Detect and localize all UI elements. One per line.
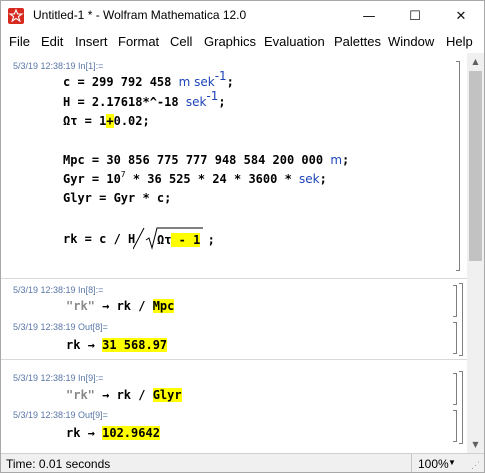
unit-sek: sek — [185, 95, 207, 109]
output-rk-glyr[interactable]: rk → 102.9642 — [66, 425, 160, 441]
resize-grip-icon[interactable]: ⋰ — [471, 460, 481, 470]
cell-divider — [1, 278, 484, 279]
close-button[interactable]: ✕ — [438, 1, 484, 31]
code-gyr-b: * 36 525 * 24 * 3600 * — [125, 172, 300, 186]
rule-arrow: → rk / — [94, 388, 153, 402]
code-mpc-end: ; — [342, 153, 350, 167]
input-rk-glyr[interactable]: "rk" → rk / Glyr — [66, 387, 182, 403]
output-rk-lhs: rk → — [66, 426, 103, 440]
group-bracket[interactable] — [459, 371, 463, 444]
group-bracket[interactable] — [459, 283, 463, 356]
code-line-glyr[interactable]: Glyr = Gyr * c; — [63, 190, 171, 206]
menu-insert[interactable]: Insert — [75, 34, 108, 49]
unit-m: m — [330, 153, 343, 167]
mathematica-window: Untitled-1 * - Wolfram Mathematica 12.0 … — [0, 0, 485, 473]
code-h-lhs: H = 2.17618*^-18 — [63, 95, 186, 109]
menu-cell[interactable]: Cell — [170, 34, 192, 49]
output-value-mpc: 31 568.97 — [102, 338, 168, 352]
code-line-c[interactable]: c = 299 792 458 m sek-1; — [63, 70, 234, 90]
menu-window[interactable]: Window — [388, 34, 434, 49]
output-rk-mpc[interactable]: rk → 31 568.97 — [66, 337, 168, 353]
sqrt-omega: Ωτ — [157, 233, 172, 247]
cell-bracket[interactable] — [453, 410, 457, 442]
output-value-glyr: 102.9642 — [102, 426, 160, 440]
code-line-mpc[interactable]: Mpc = 30 856 775 777 948 584 200 000 m; — [63, 152, 349, 168]
unit-m-sek: m sek — [178, 75, 215, 89]
sqrt-content[interactable]: Ωτ - 1 ; — [157, 232, 215, 248]
menu-edit[interactable]: Edit — [41, 34, 63, 49]
output-rk-lhs: rk → — [66, 338, 103, 352]
highlighted-plus: + — [106, 114, 114, 128]
string-rk: "rk" — [66, 388, 95, 402]
scroll-up-icon[interactable]: ▲ — [467, 53, 484, 70]
code-line-omega[interactable]: Ωτ = 1+0.02; — [63, 113, 150, 129]
input-rk-mpc[interactable]: "rk" → rk / Mpc — [66, 298, 175, 314]
unit-exponent: -1 — [206, 89, 219, 103]
code-rk-end: ; — [200, 233, 215, 247]
highlighted-minus-one: - 1 — [171, 233, 201, 247]
code-gyr-a: Gyr = 10 — [63, 172, 121, 186]
zoom-selector[interactable]: 100% ▼ — [411, 454, 462, 472]
unit-exponent: -1 — [214, 69, 227, 83]
code-omega-rest: 0.02; — [113, 114, 150, 128]
menu-bar: File Edit Insert Format Cell Graphics Ev… — [1, 32, 484, 52]
scroll-down-icon[interactable]: ▼ — [467, 436, 484, 453]
menu-file[interactable]: File — [9, 34, 30, 49]
cell-bracket[interactable] — [453, 373, 457, 405]
code-c-lhs: c = 299 792 458 — [63, 75, 179, 89]
chevron-down-icon: ▼ — [448, 458, 456, 467]
minimize-button[interactable]: — — [346, 1, 392, 31]
highlighted-mpc: Mpc — [152, 299, 175, 313]
code-line-rk[interactable]: rk = c / H — [63, 231, 135, 247]
cell-bracket[interactable] — [453, 285, 457, 317]
cell-label-out9: 5/3/19 12:38:19 Out[9]= — [13, 410, 108, 420]
mathematica-logo-icon — [8, 8, 24, 24]
code-line-h[interactable]: H = 2.17618*^-18 sek-1; — [63, 90, 226, 110]
code-rk-a: rk = c / H — [63, 232, 136, 246]
scroll-thumb[interactable] — [469, 71, 482, 261]
code-gyr-end: ; — [319, 172, 327, 186]
menu-evaluation[interactable]: Evaluation — [264, 34, 325, 49]
menu-help[interactable]: Help — [446, 34, 473, 49]
string-rk: "rk" — [66, 299, 95, 313]
menu-format[interactable]: Format — [118, 34, 159, 49]
cell-label-in9: 5/3/19 12:38:19 In[9]:= — [13, 373, 104, 383]
cell-bracket[interactable] — [456, 61, 460, 271]
cell-bracket[interactable] — [453, 322, 457, 354]
code-c-end: ; — [226, 75, 234, 89]
zoom-level: 100% — [418, 457, 449, 471]
notebook-area[interactable]: 5/3/19 12:38:19 In[1]:= c = 299 792 458 … — [1, 53, 484, 453]
cell-label-out8: 5/3/19 12:38:19 Out[8]= — [13, 322, 108, 332]
status-time: Time: 0.01 seconds — [6, 457, 111, 471]
cell-label-in8: 5/3/19 12:38:19 In[8]:= — [13, 285, 104, 295]
menu-palettes[interactable]: Palettes — [334, 34, 381, 49]
cell-label-in1: 5/3/19 12:38:19 In[1]:= — [13, 61, 104, 71]
window-title: Untitled-1 * - Wolfram Mathematica 12.0 — [33, 8, 247, 22]
title-bar: Untitled-1 * - Wolfram Mathematica 12.0 … — [1, 1, 484, 31]
vertical-scrollbar[interactable]: ▲ ▼ — [467, 53, 484, 453]
menu-graphics[interactable]: Graphics — [204, 34, 256, 49]
code-mpc-lhs: Mpc = 30 856 775 777 948 584 200 000 — [63, 153, 331, 167]
status-bar: Time: 0.01 seconds 100% ▼ ⋰ — [1, 453, 484, 472]
unit-sek: sek — [299, 172, 320, 186]
code-line-gyr[interactable]: Gyr = 107 * 36 525 * 24 * 3600 * sek; — [63, 171, 327, 187]
cell-divider — [1, 359, 484, 360]
code-omega-lhs: Ωτ = 1 — [63, 114, 107, 128]
highlighted-glyr: Glyr — [152, 388, 182, 402]
code-h-end: ; — [218, 95, 226, 109]
maximize-button[interactable]: ☐ — [392, 1, 438, 31]
rule-arrow: → rk / — [94, 299, 153, 313]
